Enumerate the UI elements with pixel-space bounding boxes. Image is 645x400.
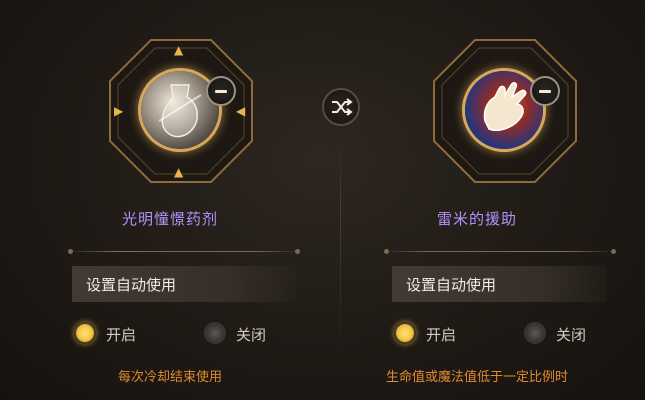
arrow-right-icon: ◀ [236,104,246,118]
auto-use-label: 设置自动使用 [406,276,497,294]
divider [384,249,616,254]
divider [68,249,300,254]
auto-use-header: 设置自动使用 [72,266,296,302]
skill-slot-1: ▲ ▲ ▶ ◀ 光明憧憬药剂 设置自动使用 开启 关闭 每次冷却结束使用 [20,0,320,400]
radio-on[interactable]: 开启 [394,322,494,350]
radio-off-label: 关闭 [556,326,587,344]
auto-use-header: 设置自动使用 [392,266,606,302]
skill-frame[interactable]: ▲ ▲ ▶ ◀ [108,38,254,184]
radio-selected-icon [394,322,416,344]
radio-on[interactable]: 开启 [74,322,174,350]
usage-note: 每次冷却结束使用 [117,370,222,385]
radio-on-label: 开启 [106,326,137,344]
radio-off[interactable]: 关闭 [524,322,624,350]
auto-use-label: 设置自动使用 [86,276,177,294]
skill-frame[interactable] [432,38,578,184]
arrow-down-icon: ▲ [174,165,184,179]
skill-name: 光明憧憬药剂 [121,210,218,228]
radio-selected-icon [74,322,96,344]
radio-off[interactable]: 关闭 [204,322,304,350]
remove-minus-icon[interactable] [206,76,236,106]
radio-on-label: 开启 [426,326,457,344]
radio-unselected-icon [524,322,546,344]
usage-note: 生命值或魔法值低于一定比例时 [385,370,568,385]
remove-minus-icon[interactable] [530,76,560,106]
arrow-up-icon: ▲ [174,43,184,57]
skill-slot-2: 雷米的援助 设置自动使用 开启 关闭 生命值或魔法值低于一定比例时 [322,0,622,400]
skill-name: 雷米的援助 [436,210,517,228]
arrow-left-icon: ▶ [114,104,124,118]
radio-off-label: 关闭 [236,326,267,344]
radio-unselected-icon [204,322,226,344]
